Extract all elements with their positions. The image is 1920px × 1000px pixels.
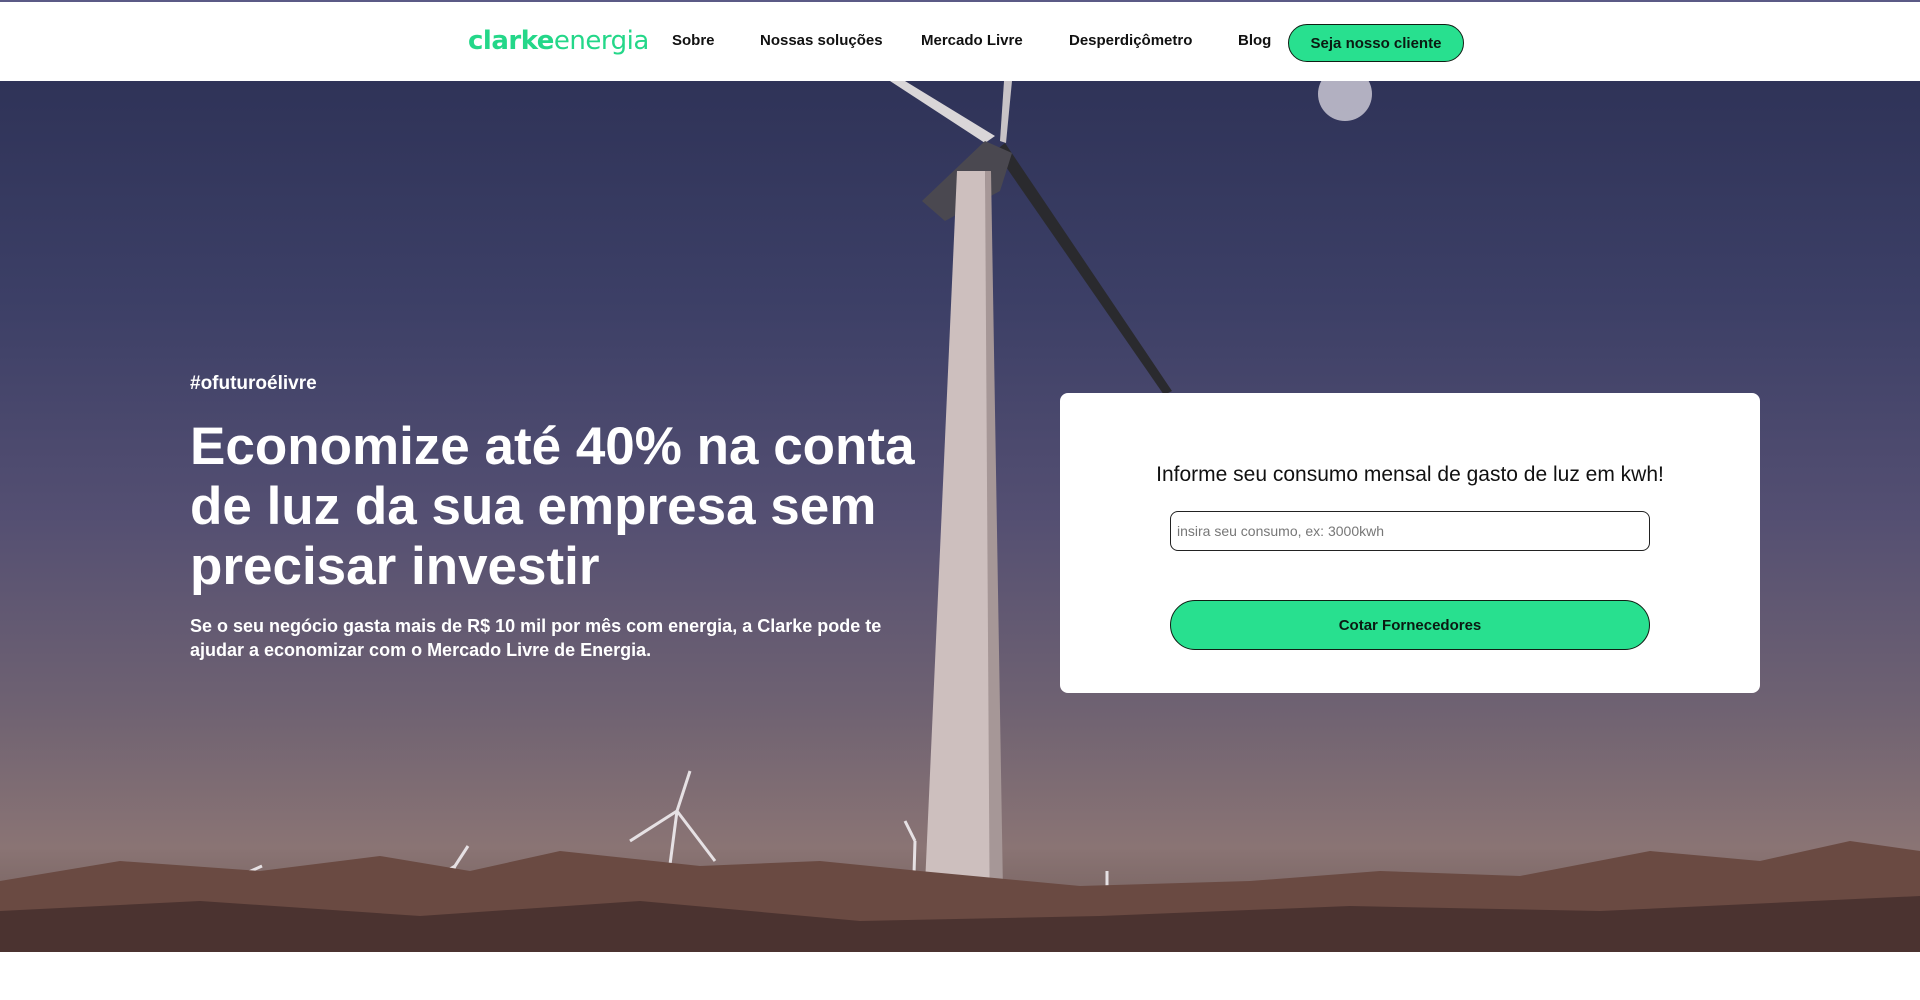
form-title: Informe seu consumo mensal de gasto de l… xyxy=(1156,463,1664,486)
hero-headline: Economize até 40% na conta de luz da sua… xyxy=(190,417,915,596)
nav-link-sobre[interactable]: Sobre xyxy=(672,32,715,49)
consumption-input[interactable] xyxy=(1170,511,1650,551)
nav-link-desperdicometro[interactable]: Desperdiçômetro xyxy=(1069,32,1192,49)
clarke-energia-logo[interactable]: clarke energia xyxy=(468,26,649,60)
moon-shape xyxy=(1318,81,1372,121)
nav-link-nossas-solucoes[interactable]: Nossas soluções xyxy=(760,32,883,49)
nav-link-mercado-livre[interactable]: Mercado Livre xyxy=(921,32,1023,49)
hero-subtext: Se o seu negócio gasta mais de R$ 10 mil… xyxy=(190,616,882,660)
turbine-blade-left xyxy=(890,81,995,143)
logo-text-secondary: energia xyxy=(553,26,649,56)
quote-suppliers-button[interactable]: Cotar Fornecedores xyxy=(1170,600,1650,650)
consumption-form-card: Informe seu consumo mensal de gasto de l… xyxy=(1060,393,1760,693)
site-header: clarke energia Sobre Nossas soluções Mer… xyxy=(0,0,1920,81)
become-client-button[interactable]: Seja nosso cliente xyxy=(1288,24,1464,62)
hero-section: #ofuturoélivre Economize até 40% na cont… xyxy=(0,81,1920,952)
turbine-blade-right xyxy=(995,143,1172,395)
hero-hashtag: #ofuturoélivre xyxy=(190,373,317,394)
turbine-blade-top xyxy=(1000,81,1012,143)
nav-link-blog[interactable]: Blog xyxy=(1238,32,1271,49)
logo-text-primary: clarke xyxy=(468,26,554,56)
